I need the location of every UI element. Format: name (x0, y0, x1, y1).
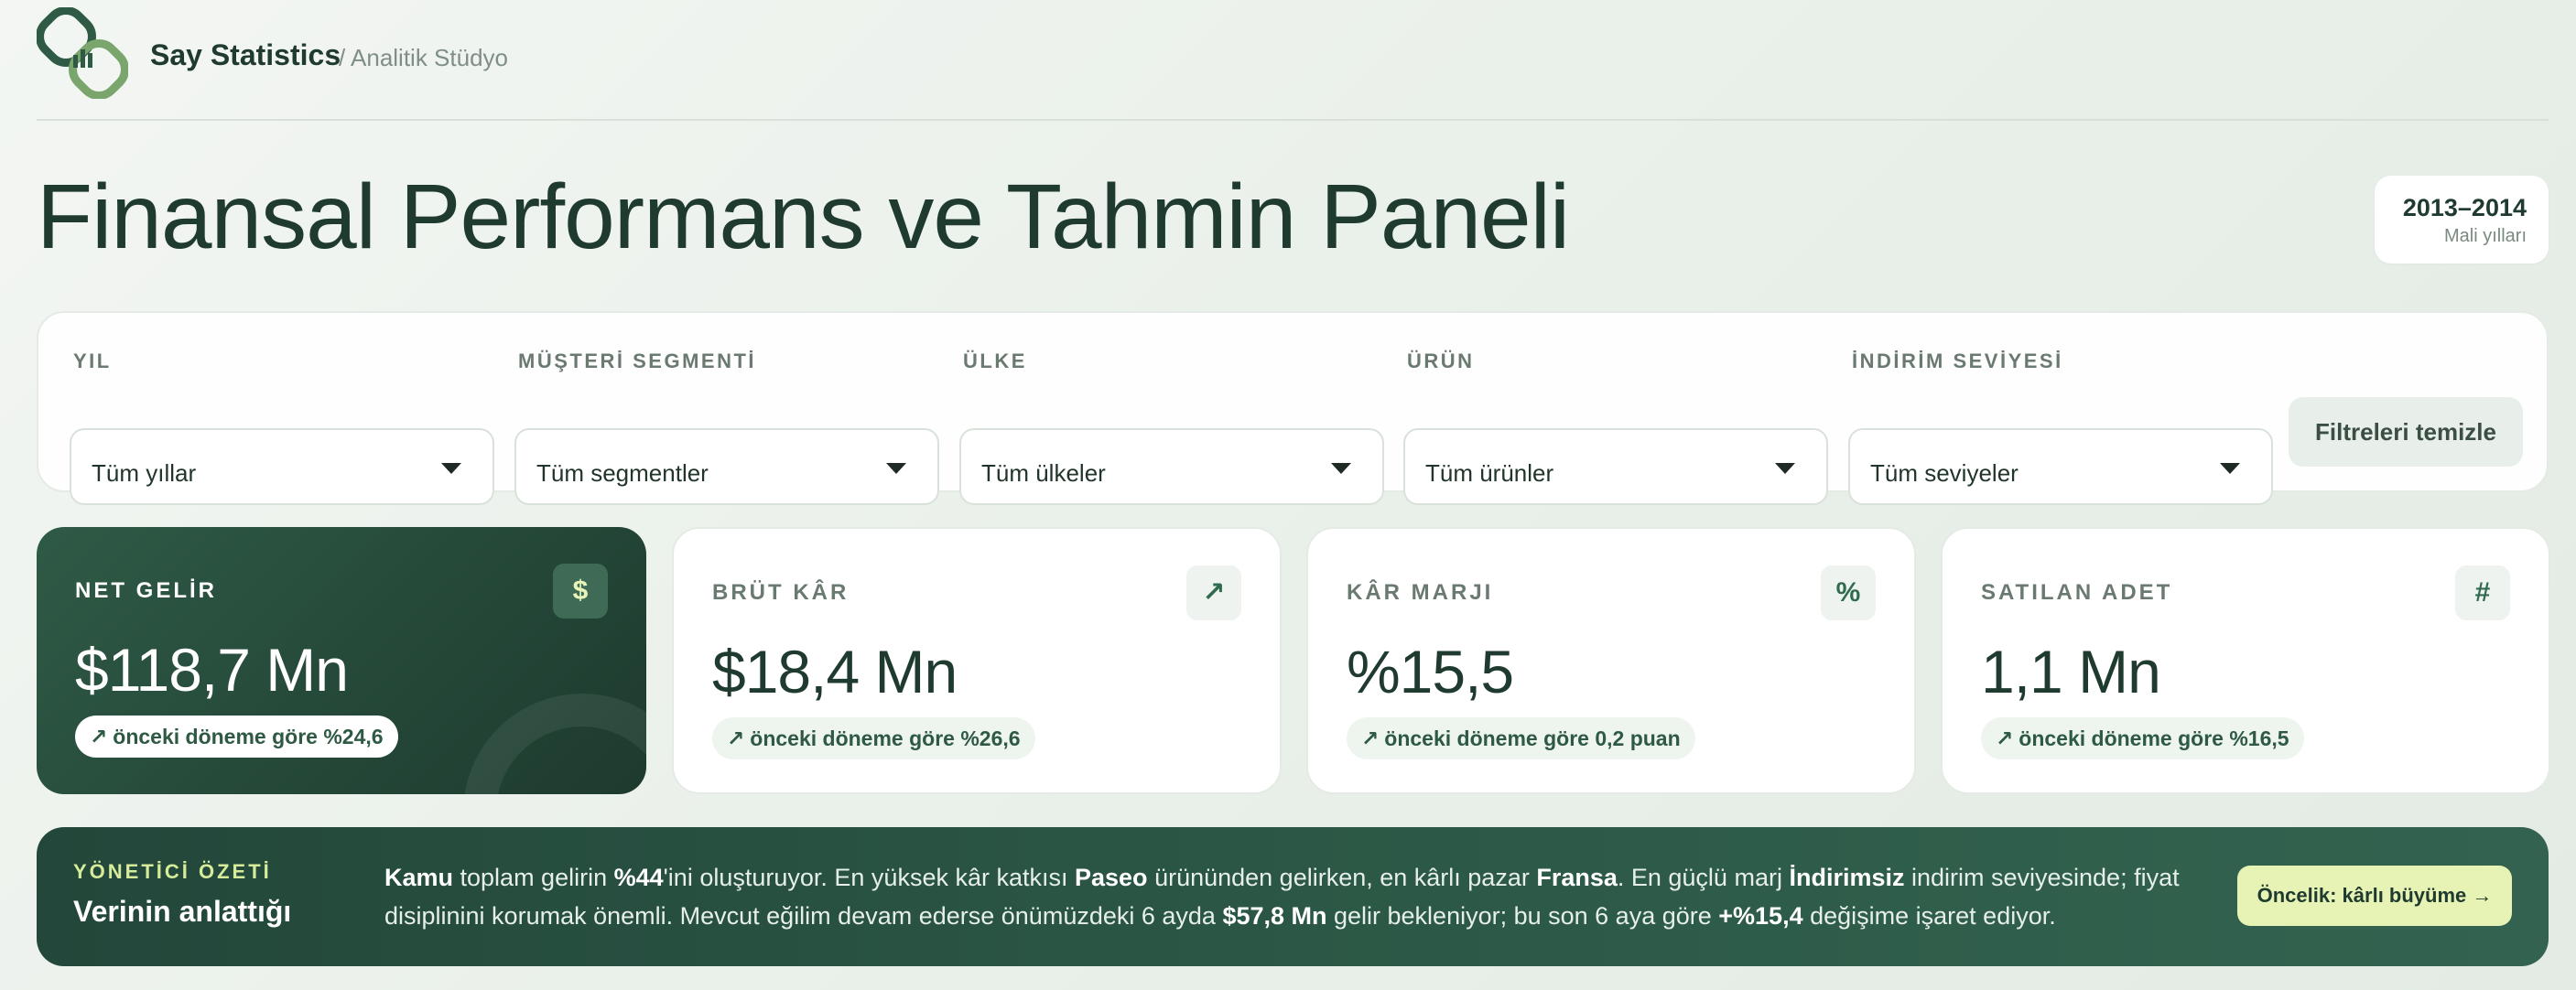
kpi-card-profit-margin: KÂR MARJI % %15,5 ↗ önceki döneme göre 0,… (1306, 527, 1916, 794)
kpi-label: NET GELİR (75, 578, 218, 603)
priority-button[interactable]: Öncelik: kârlı büyüme → (2237, 866, 2512, 926)
kpi-card-gross-profit: BRÜT KÂR ↗ $18,4 Mn ↗ önceki döneme göre … (672, 527, 1282, 794)
decorative-arc (463, 694, 646, 794)
brand-logo-icon[interactable] (36, 6, 129, 100)
dashboard-page: Say Statistics / Analitik Stüdyo Finansa… (36, 0, 2550, 990)
select-value: Tüm yıllar (92, 459, 197, 487)
summary-part: %44 (613, 864, 664, 891)
select-value: Tüm ülkeler (981, 459, 1106, 487)
period-range: 2013–2014 (2402, 194, 2527, 221)
kpi-change-text: önceki döneme göre %26,6 (750, 726, 1021, 750)
trend-up-icon: ↗ (1186, 565, 1241, 620)
kpi-label: SATILAN ADET (1981, 580, 2173, 605)
filter-label: MÜŞTERİ SEGMENTİ (518, 350, 757, 372)
period-badge: 2013–2014 Mali yılları (2375, 176, 2549, 264)
select-value: Tüm seviyeler (1870, 459, 2019, 487)
kpi-value: $118,7 Mn (75, 636, 349, 704)
arrow-up-right-icon: ↗ (1996, 726, 2014, 750)
kpi-change-badge: ↗ önceki döneme göre %26,6 (712, 717, 1035, 759)
brand-subtitle: / Analitik Stüdyo (339, 44, 508, 71)
kpi-card-net-revenue: NET GELİR $ $118,7 Mn ↗ önceki döneme gör… (37, 527, 646, 794)
filter-discount: İNDİRİM SEVİYESİ Tüm seviyeler (1821, 350, 2273, 505)
filter-label: ÜRÜN (1407, 350, 1475, 372)
summary-part: Paseo (1075, 864, 1148, 891)
summary-part: Kamu (384, 864, 454, 891)
chevron-down-icon (1331, 463, 1351, 474)
filter-panel: YIL Tüm yıllar MÜŞTERİ SEGMENTİ Tüm segm… (37, 311, 2549, 505)
arrow-up-right-icon: ↗ (727, 726, 745, 750)
arrow-up-right-icon: ↗ (1361, 726, 1380, 750)
summary-part: Fransa (1536, 864, 1618, 891)
summary-text: Kamu toplam gelirin %44'ini oluşturuyor.… (384, 858, 2215, 935)
kpi-change-badge: ↗ önceki döneme göre %24,6 (75, 716, 398, 758)
kpi-change-text: önceki döneme göre %16,5 (2019, 726, 2289, 750)
filter-label: ÜLKE (963, 350, 1027, 372)
country-select[interactable]: Tüm ülkeler (959, 428, 1384, 505)
filter-country: ÜLKE Tüm ülkeler (932, 350, 1384, 505)
summary-part: . En güçlü marj (1617, 864, 1790, 891)
summary-part: İndirimsiz (1789, 864, 1905, 891)
filter-year: YIL Tüm yıllar (42, 350, 494, 505)
chevron-down-icon (886, 463, 906, 474)
chevron-down-icon (1775, 463, 1795, 474)
kpi-change-badge: ↗ önceki döneme göre 0,2 puan (1347, 717, 1695, 759)
filter-product: ÜRÜN Tüm ürünler (1376, 350, 1828, 505)
kpi-value: 1,1 Mn (1981, 638, 2161, 705)
product-select[interactable]: Tüm ürünler (1403, 428, 1828, 505)
kpi-change-text: önceki döneme göre 0,2 puan (1384, 726, 1681, 750)
kpi-change-text: önceki döneme göre %24,6 (113, 725, 384, 748)
kpi-card-units-sold: SATILAN ADET # 1,1 Mn ↗ önceki döneme gör… (1941, 527, 2550, 794)
summary-title: Verinin anlattığı (73, 895, 292, 928)
percent-icon: % (1821, 565, 1876, 620)
kpi-label: BRÜT KÂR (712, 580, 850, 605)
kpi-value: %15,5 (1347, 638, 1514, 705)
summary-part: toplam gelirin (453, 864, 614, 891)
summary-part: gelir bekleniyor; bu son 6 aya göre (1326, 902, 1719, 930)
filter-segment: MÜŞTERİ SEGMENTİ Tüm segmentler (487, 350, 939, 505)
summary-part: $57,8 Mn (1222, 902, 1327, 930)
page-title: Finansal Performans ve Tahmin Paneli (37, 166, 1570, 268)
segment-select[interactable]: Tüm segmentler (514, 428, 939, 505)
arrow-up-right-icon: ↗ (90, 725, 108, 748)
discount-select[interactable]: Tüm seviyeler (1848, 428, 2273, 505)
chevron-down-icon (441, 463, 461, 474)
summary-part: ürününden gelirken, en kârlı pazar (1147, 864, 1537, 891)
select-value: Tüm segmentler (536, 459, 709, 487)
kpi-change-badge: ↗ önceki döneme göre %16,5 (1981, 717, 2304, 759)
period-label: Mali yılları (2443, 226, 2527, 246)
summary-kicker: YÖNETİCİ ÖZETİ (73, 860, 272, 883)
dollar-icon: $ (553, 564, 608, 619)
summary-part: değişime işaret ediyor. (1802, 902, 2056, 930)
hash-icon: # (2455, 565, 2510, 620)
executive-summary: YÖNETİCİ ÖZETİ Verinin anlattığı Kamu to… (37, 827, 2549, 966)
summary-part: 'ini oluşturuyor. En yüksek kâr katkısı (663, 864, 1075, 891)
summary-part: +%15,4 (1718, 902, 1803, 930)
kpi-label: KÂR MARJI (1347, 580, 1494, 605)
chevron-down-icon (2220, 463, 2240, 474)
brand-name: Say Statistics (150, 38, 341, 71)
header-bar: Say Statistics / Analitik Stüdyo (36, 6, 2549, 121)
kpi-value: $18,4 Mn (712, 638, 958, 705)
filter-label: YIL (73, 350, 112, 372)
select-value: Tüm ürünler (1425, 459, 1554, 487)
filter-label: İNDİRİM SEVİYESİ (1852, 350, 2063, 372)
year-select[interactable]: Tüm yıllar (70, 428, 494, 505)
clear-filters-button[interactable]: Filtreleri temizle (2289, 397, 2523, 467)
